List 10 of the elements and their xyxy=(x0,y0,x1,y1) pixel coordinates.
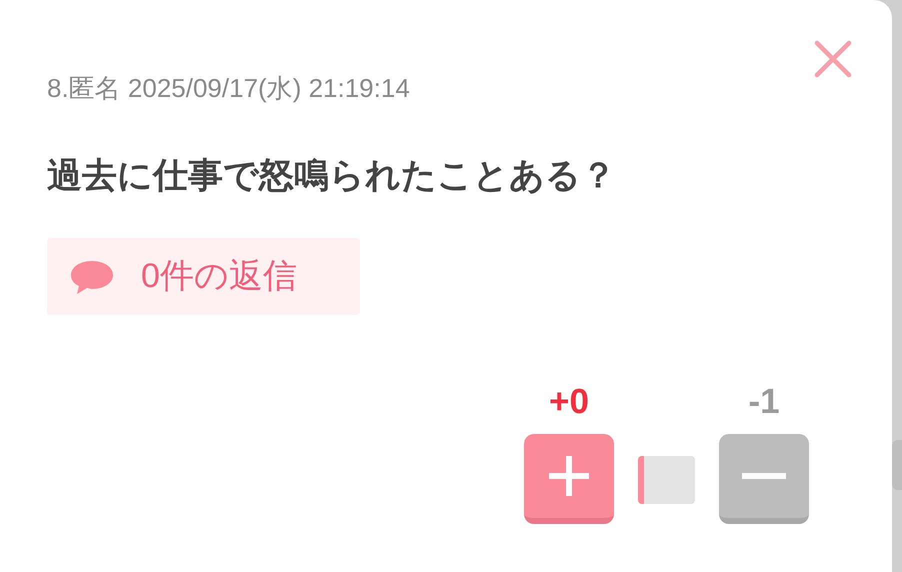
post-meta: 8.匿名 2025/09/17(水) 21:19:14 xyxy=(47,72,411,105)
plus-count: +0 xyxy=(549,381,589,423)
plus-icon xyxy=(547,454,591,498)
minus-icon xyxy=(742,473,786,479)
plus-button[interactable] xyxy=(524,434,614,524)
close-icon[interactable] xyxy=(813,39,853,79)
post-title: 過去に仕事で怒鳴られたことある？ xyxy=(47,155,617,197)
replies-button[interactable]: 0件の返信 xyxy=(47,238,360,315)
minus-count: -1 xyxy=(748,381,780,423)
minus-button[interactable] xyxy=(719,434,809,524)
